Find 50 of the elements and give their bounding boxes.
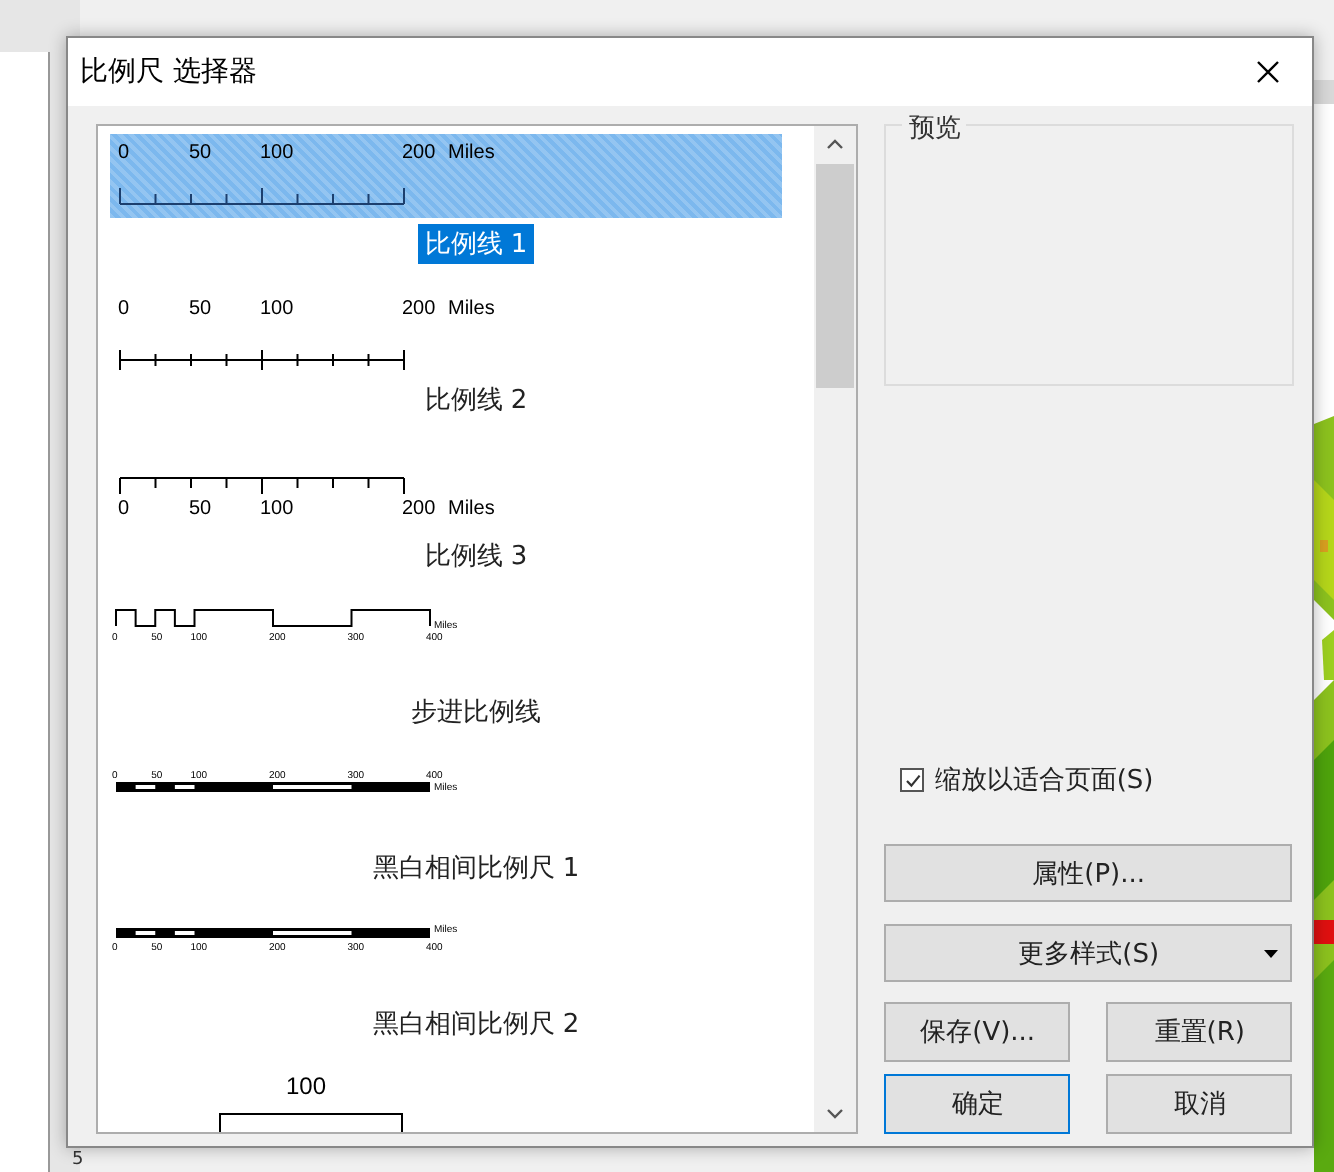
tick-label: 100: [260, 298, 294, 320]
tick-label: 200: [402, 298, 436, 320]
tick-label: 100: [260, 498, 294, 520]
style-option[interactable]: 0 50 100 200 Miles: [110, 446, 782, 530]
scroll-down-icon[interactable]: [826, 1108, 845, 1120]
scale-bar-icon: [119, 187, 405, 205]
scrollbar-thumb[interactable]: [816, 164, 855, 388]
checkbox-label: 缩放以适合页面(S): [934, 764, 1154, 798]
cancel-button[interactable]: 取消: [1106, 1074, 1293, 1134]
scale-bar-icon: [116, 928, 430, 938]
scrollbar[interactable]: [814, 126, 857, 1132]
tick-label: 200: [402, 142, 436, 164]
scale-bar-icon: [119, 477, 405, 495]
style-name: 比例线 1: [418, 224, 534, 264]
tick-label: 200: [402, 498, 436, 520]
tick-label: 50: [189, 142, 212, 164]
close-icon: [1256, 60, 1280, 84]
style-name: 黑白相间比例尺 1: [370, 852, 582, 888]
style-name: 黑白相间比例尺 2: [370, 1008, 582, 1044]
tick-label: 100: [260, 142, 294, 164]
save-button[interactable]: 保存(V)...: [884, 1002, 1071, 1062]
scale-bar-icon: [115, 609, 431, 627]
style-option[interactable]: 100: [110, 1070, 782, 1132]
group-title: 预览: [902, 110, 967, 146]
scale-bar-icon: [219, 1113, 403, 1132]
unit-label: Miles: [448, 142, 495, 164]
tick-label: 0: [118, 142, 130, 164]
unit-label: Miles: [448, 298, 495, 320]
tick-label: 50: [189, 498, 212, 520]
scroll-up-icon[interactable]: [826, 138, 845, 150]
style-name: 比例线 2: [422, 384, 530, 420]
style-name: 比例线 3: [422, 540, 530, 576]
style-option[interactable]: 0 50 100 200 Miles: [110, 134, 782, 218]
checkbox[interactable]: [900, 768, 925, 792]
caret-icon: [1264, 950, 1279, 958]
more-styles-button[interactable]: 更多样式(S): [884, 924, 1293, 982]
style-name: 步进比例线: [409, 696, 543, 732]
ruler-label: 5: [72, 1150, 84, 1170]
ok-button[interactable]: 确定: [884, 1074, 1071, 1134]
scale-bar-icon: [116, 782, 430, 792]
window-title: 比例尺 选择器: [80, 54, 257, 90]
tick-label: 100: [286, 1072, 327, 1100]
properties-button[interactable]: 属性(P)...: [884, 844, 1293, 902]
unit-label: Miles: [448, 498, 495, 520]
tick-label: 50: [189, 298, 212, 320]
scale-bar-icon: [119, 349, 405, 370]
tick-label: 0: [118, 298, 130, 320]
tick-label: 0: [118, 498, 130, 520]
style-option[interactable]: 0 50 100 200 Miles: [110, 290, 782, 374]
reset-button[interactable]: 重置(R): [1106, 1002, 1293, 1062]
